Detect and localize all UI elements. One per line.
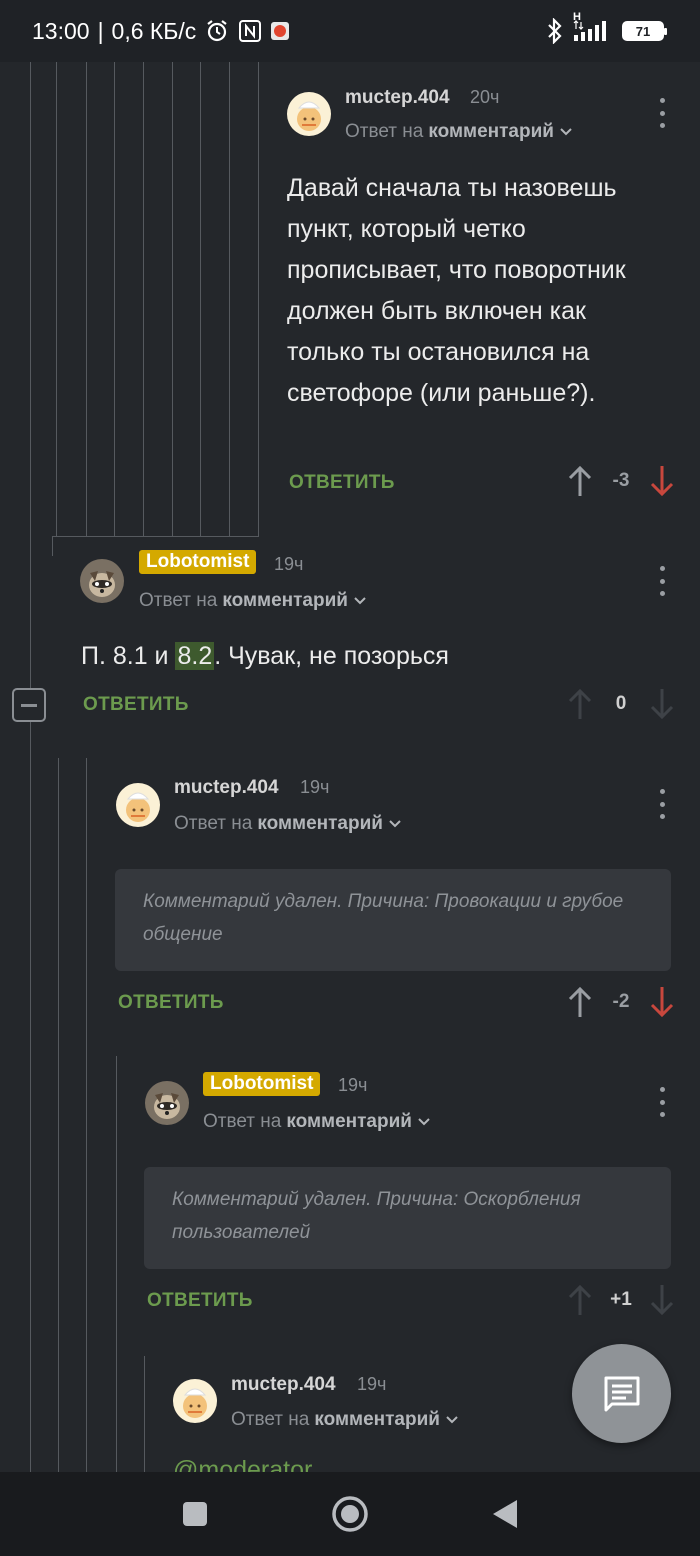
comment-thread: muctep.404 20ч Ответ на комментарий Дава… (0, 62, 700, 1472)
upvote-icon[interactable] (566, 985, 594, 1019)
chevron-down-icon (446, 1416, 458, 1424)
mention-link[interactable]: @moderator (173, 1456, 312, 1472)
more-options-icon[interactable] (652, 789, 672, 819)
more-options-icon[interactable] (652, 1087, 672, 1117)
thread-guide-line (30, 62, 31, 1472)
avatar[interactable] (173, 1379, 217, 1423)
chevron-down-icon (354, 597, 366, 605)
downvote-icon[interactable] (648, 687, 676, 721)
status-time: 13:00 (32, 17, 90, 44)
more-options-icon[interactable] (652, 566, 672, 596)
chevron-down-icon (560, 128, 572, 136)
comment-time: 19ч (357, 1374, 387, 1394)
comment-score: 0 (615, 693, 627, 714)
write-comment-button[interactable] (572, 1344, 671, 1443)
deleted-comment-notice: Комментарий удален. Причина: Оскорбления… (144, 1167, 671, 1269)
reply-to-link[interactable]: Ответ на комментарий (231, 1409, 459, 1431)
comment-text: Давай сначала ты назовешь пункт, который… (287, 174, 626, 407)
username-badge[interactable]: Lobotomist (203, 1072, 321, 1096)
username[interactable]: muctep.404 (345, 87, 450, 109)
reply-button[interactable]: ОТВЕТИТЬ (118, 992, 224, 1014)
reply-button[interactable]: ОТВЕТИТЬ (289, 472, 395, 494)
system-nav-bar (0, 1472, 700, 1556)
alarm-icon (204, 18, 230, 44)
signal-icon: H (572, 11, 614, 43)
deleted-comment-notice: Комментарий удален. Причина: Провокации … (115, 869, 671, 971)
reply-to-link[interactable]: Ответ на комментарий (203, 1111, 431, 1133)
thread-guide-line (56, 62, 57, 536)
thread-guide-line (58, 758, 59, 1472)
vote-controls: -2 (566, 985, 676, 1019)
comment-time: 19ч (338, 1075, 368, 1095)
downvote-icon[interactable] (648, 464, 676, 498)
nfc-icon (238, 19, 262, 43)
thread-guide-line (143, 62, 144, 536)
thread-guide-line (116, 1056, 117, 1472)
recents-icon[interactable] (181, 1500, 209, 1528)
home-icon[interactable] (331, 1495, 369, 1533)
upvote-icon[interactable] (566, 1283, 594, 1317)
battery-indicator: 71 (622, 21, 667, 41)
thread-guide-line (86, 758, 87, 1472)
thread-guide-line (52, 536, 53, 556)
reply-to-link[interactable]: Ответ на комментарий (139, 590, 367, 612)
thread-guide-line (229, 62, 230, 536)
avatar[interactable] (287, 92, 331, 136)
highlighted-text: 8.2 (175, 642, 215, 670)
downvote-icon[interactable] (648, 985, 676, 1019)
comment-time: 20ч (470, 87, 500, 107)
chevron-down-icon (389, 820, 401, 828)
upvote-icon[interactable] (566, 464, 594, 498)
username[interactable]: muctep.404 (174, 777, 279, 799)
thread-guide-line (86, 62, 87, 536)
status-bar: 13:00 | 0,6 КБ/с H 71 (0, 0, 700, 62)
avatar[interactable] (80, 559, 124, 603)
app-notification-icon (270, 21, 290, 41)
upvote-icon[interactable] (566, 687, 594, 721)
reply-button[interactable]: ОТВЕТИТЬ (147, 1290, 253, 1312)
thread-guide-line (52, 536, 259, 537)
thread-guide-line (172, 62, 173, 536)
back-icon[interactable] (491, 1498, 519, 1530)
comment-score: -3 (612, 470, 630, 491)
username-badge[interactable]: Lobotomist (139, 550, 257, 574)
reply-to-link[interactable]: Ответ на комментарий (174, 813, 402, 835)
thread-guide-line (114, 62, 115, 536)
reply-to-link[interactable]: Ответ на комментарий (345, 121, 573, 143)
avatar[interactable] (145, 1081, 189, 1125)
bluetooth-icon (546, 18, 564, 44)
comment-icon (604, 1376, 639, 1411)
downvote-icon[interactable] (648, 1283, 676, 1317)
comment-time: 19ч (274, 554, 304, 574)
thread-guide-line (258, 62, 259, 536)
username[interactable]: muctep.404 (231, 1374, 336, 1396)
comment-score: -2 (612, 991, 630, 1012)
avatar[interactable] (116, 783, 160, 827)
vote-controls: +1 (566, 1283, 676, 1317)
chevron-down-icon (418, 1118, 430, 1126)
thread-guide-line (200, 62, 201, 536)
reply-button[interactable]: ОТВЕТИТЬ (83, 694, 189, 716)
network-speed: 0,6 КБ/с (111, 17, 197, 44)
collapse-thread-button[interactable] (12, 688, 46, 722)
vote-controls: 0 (566, 687, 676, 721)
comment-text: П. 8.1 и 8.2. Чувак, не позорься (81, 642, 449, 670)
thread-guide-line (144, 1356, 145, 1472)
comment-time: 19ч (300, 777, 330, 797)
more-options-icon[interactable] (652, 98, 672, 128)
comment-score: +1 (610, 1289, 632, 1310)
vote-controls: -3 (566, 464, 676, 498)
